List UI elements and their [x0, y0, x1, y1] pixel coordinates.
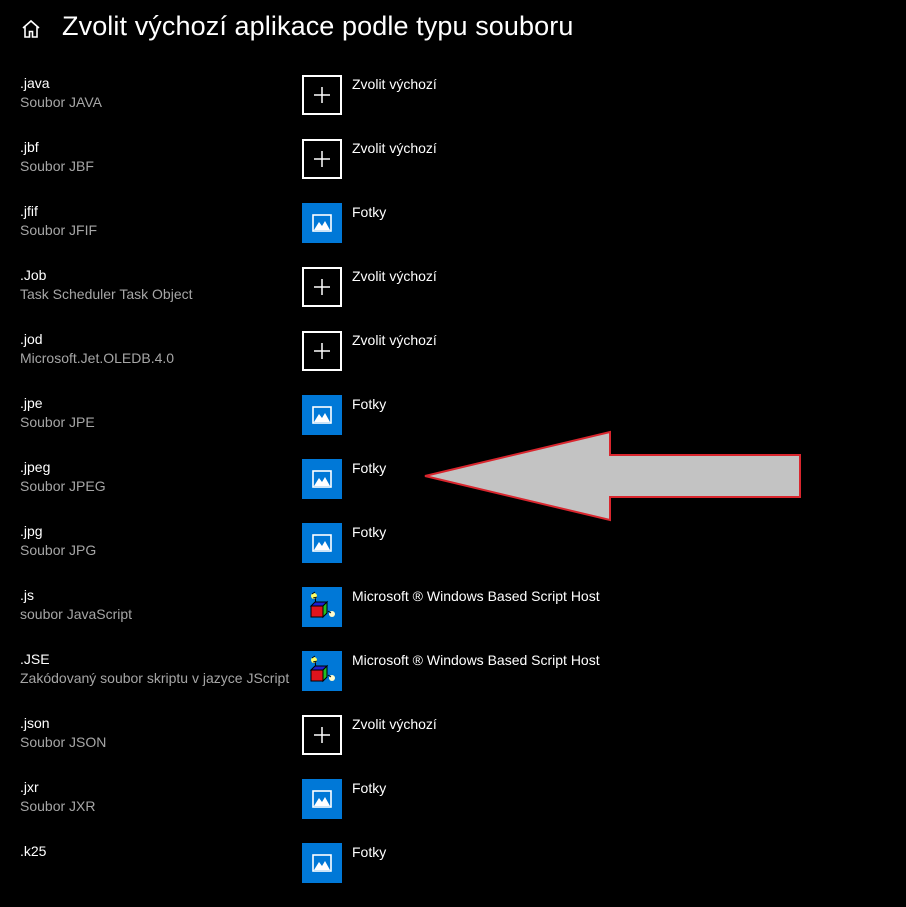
default-app-name: Zvolit výchozí	[352, 140, 437, 156]
photos-app-icon	[302, 395, 342, 435]
file-type-description: Soubor JAVA	[20, 94, 102, 110]
file-extension: .JSE	[20, 651, 50, 667]
file-type-description: Soubor JPG	[20, 542, 97, 558]
default-app-button[interactable]: Zvolit výchozí	[302, 715, 722, 755]
default-app-name: Fotky	[352, 844, 387, 860]
file-extension: .jpeg	[20, 459, 51, 475]
file-type-row: .jfif Soubor JFIF Fotky	[0, 203, 906, 267]
script-host-icon	[302, 651, 342, 691]
default-app-name: Zvolit výchozí	[352, 332, 437, 348]
file-type-description: soubor JavaScript	[20, 606, 133, 622]
file-type-row: .jbf Soubor JBF Zvolit výchozí	[0, 139, 906, 203]
default-app-button[interactable]: Zvolit výchozí	[302, 139, 722, 179]
file-type-description: Soubor JPE	[20, 414, 95, 430]
file-type-description: Microsoft.Jet.OLEDB.4.0	[20, 350, 175, 366]
file-type-row: .jpe Soubor JPE Fotky	[0, 395, 906, 459]
file-type-description: Task Scheduler Task Object	[20, 286, 193, 302]
file-type-description: Soubor JSON	[20, 734, 107, 750]
file-type-description: Zakódovaný soubor skriptu v jazyce JScri…	[20, 670, 290, 686]
file-type-row: .jpeg Soubor JPEG Fotky	[0, 459, 906, 523]
default-app-button[interactable]: Zvolit výchozí	[302, 267, 722, 307]
file-type-row: .jxr Soubor JXR Fotky	[0, 779, 906, 843]
file-extension: .jxr	[20, 779, 39, 795]
default-app-button[interactable]: Fotky	[302, 843, 722, 883]
photos-app-icon	[302, 523, 342, 563]
plus-icon	[302, 139, 342, 179]
default-app-name: Microsoft ® Windows Based Script Host	[352, 652, 600, 668]
photos-app-icon	[302, 843, 342, 883]
file-extension: .java	[20, 75, 50, 91]
default-app-name: Zvolit výchozí	[352, 76, 437, 92]
file-extension: .jfif	[20, 203, 38, 219]
plus-icon	[302, 331, 342, 371]
file-extension: .js	[20, 587, 34, 603]
file-type-row: .jpg Soubor JPG Fotky	[0, 523, 906, 587]
file-type-row: .jod Microsoft.Jet.OLEDB.4.0 Zvolit výchoz…	[0, 331, 906, 395]
plus-icon	[302, 715, 342, 755]
default-app-button[interactable]: Fotky	[302, 523, 722, 563]
file-extension: .jbf	[20, 139, 39, 155]
file-extension: .json	[20, 715, 50, 731]
file-type-description: Soubor JBF	[20, 158, 94, 174]
default-app-button[interactable]: Fotky	[302, 459, 722, 499]
page-title: Zvolit výchozí aplikace podle typu soubo…	[62, 11, 574, 41]
default-app-name: Zvolit výchozí	[352, 268, 437, 284]
file-type-row: .k25 Fotky	[0, 843, 906, 907]
file-type-row: .java Soubor JAVA Zvolit výchozí	[0, 75, 906, 139]
default-app-button[interactable]: Microsoft ® Windows Based Script Host	[302, 587, 722, 627]
file-type-list: .java Soubor JAVA Zvolit výchozí .jbf Soubor…	[0, 75, 906, 907]
default-app-name: Fotky	[352, 460, 387, 476]
default-app-button[interactable]: Fotky	[302, 203, 722, 243]
default-app-name: Zvolit výchozí	[352, 716, 437, 732]
file-extension: .k25	[20, 843, 47, 859]
file-extension: .jpg	[20, 523, 43, 539]
page-header: Zvolit výchozí aplikace podle typu soubo…	[0, 0, 906, 60]
default-app-button[interactable]: Zvolit výchozí	[302, 331, 722, 371]
default-app-name: Fotky	[352, 780, 387, 796]
photos-app-icon	[302, 203, 342, 243]
plus-icon	[302, 267, 342, 307]
default-app-button[interactable]: Zvolit výchozí	[302, 75, 722, 115]
home-icon[interactable]	[20, 18, 42, 40]
file-type-row: .Job Task Scheduler Task Object Zvolit výc…	[0, 267, 906, 331]
file-type-row: .js soubor JavaScript Microsoft ® Windows …	[0, 587, 906, 651]
default-app-button[interactable]: Fotky	[302, 779, 722, 819]
file-extension: .jpe	[20, 395, 43, 411]
photos-app-icon	[302, 779, 342, 819]
default-app-name: Fotky	[352, 396, 387, 412]
default-app-button[interactable]: Microsoft ® Windows Based Script Host	[302, 651, 722, 691]
plus-icon	[302, 75, 342, 115]
file-type-row: .JSE Zakódovaný soubor skriptu v jazyce J…	[0, 651, 906, 715]
default-app-name: Fotky	[352, 524, 387, 540]
file-type-description: Soubor JFIF	[20, 222, 98, 238]
default-app-name: Microsoft ® Windows Based Script Host	[352, 588, 600, 604]
default-app-name: Fotky	[352, 204, 387, 220]
file-extension: .Job	[20, 267, 47, 283]
file-type-row: .json Soubor JSON Zvolit výchozí	[0, 715, 906, 779]
default-app-button[interactable]: Fotky	[302, 395, 722, 435]
file-type-description: Soubor JPEG	[20, 478, 106, 494]
file-type-description: Soubor JXR	[20, 798, 96, 814]
file-extension: .jod	[20, 331, 43, 347]
script-host-icon	[302, 587, 342, 627]
photos-app-icon	[302, 459, 342, 499]
